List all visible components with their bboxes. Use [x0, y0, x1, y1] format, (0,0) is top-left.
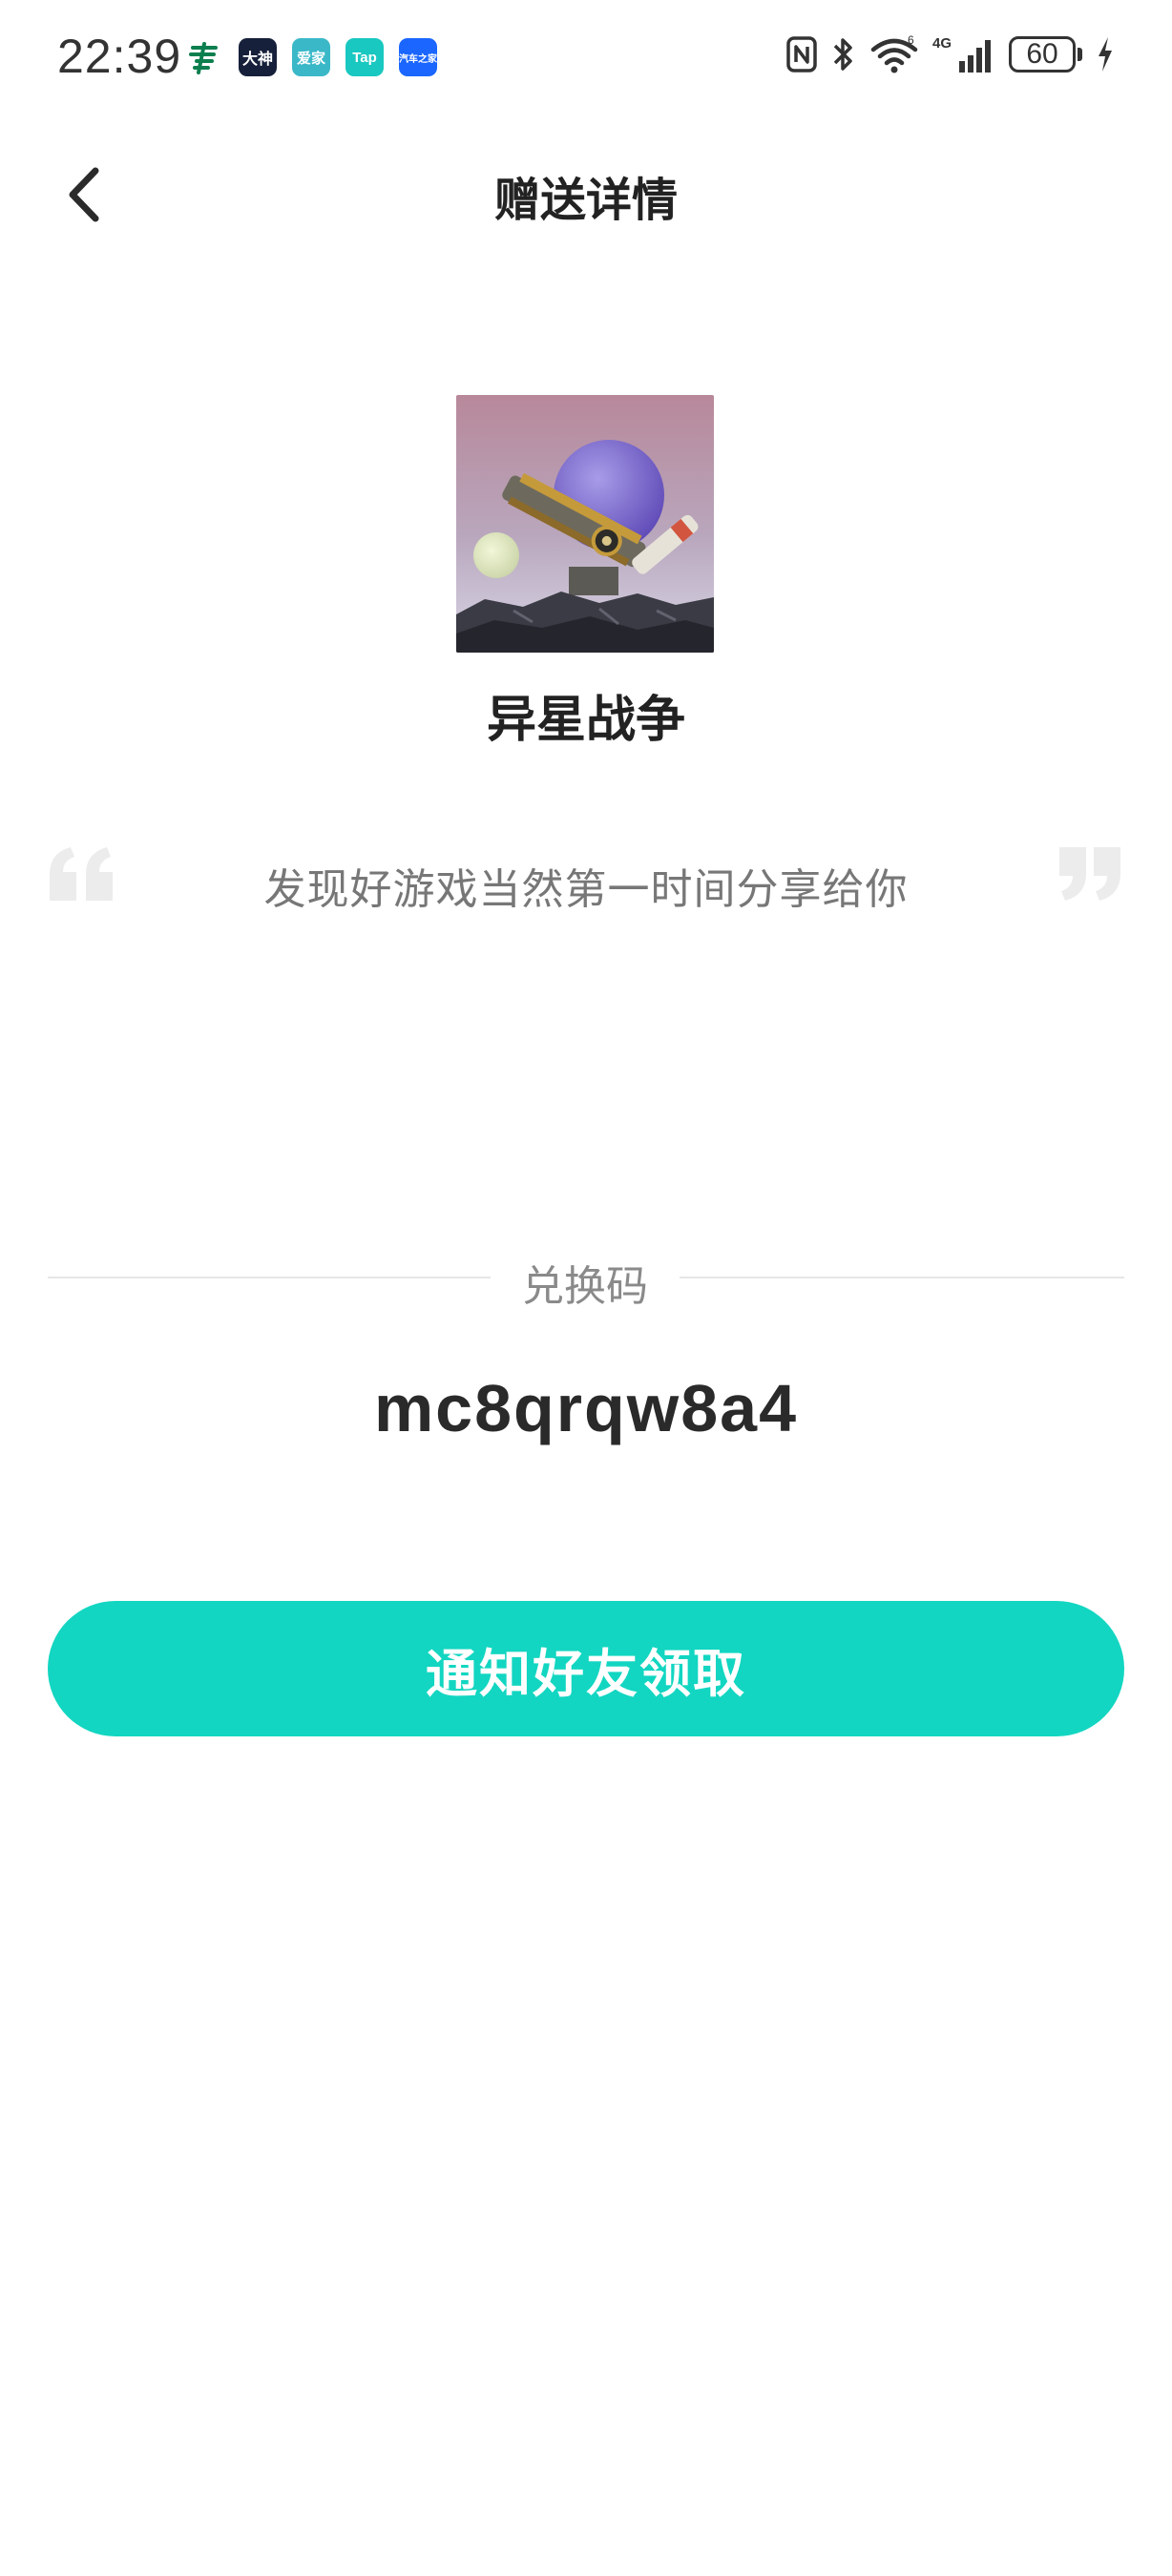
cellular-signal-icon: 4G	[932, 34, 995, 74]
divider-left	[48, 1277, 491, 1278]
status-time: 22:39	[57, 30, 182, 83]
bluetooth-icon	[831, 34, 856, 74]
system-icons: 6 4G 60	[785, 34, 1115, 74]
battery-level: 60	[1009, 36, 1076, 73]
divider-right	[680, 1277, 1124, 1278]
status-bar: 22:39 大神 爱家 Tap 汽车之家 6 4G 60	[0, 0, 1172, 114]
aijia-app-icon: 爱家	[292, 38, 330, 76]
dashen-app-icon: 大神	[239, 38, 277, 76]
autohome-app-icon: 汽车之家	[399, 38, 437, 76]
gift-message: 发现好游戏当然第一时间分享给你	[263, 866, 909, 913]
tap-app-icon: Tap	[345, 38, 384, 76]
battery-tip	[1078, 48, 1082, 61]
charging-icon	[1096, 34, 1115, 74]
battery-indicator: 60	[1009, 36, 1082, 73]
notify-friend-button[interactable]: 通知好友领取	[48, 1601, 1124, 1736]
page-title: 赠送详情	[493, 176, 678, 226]
wifi-label: 6	[908, 34, 914, 47]
quote-open-icon	[46, 845, 118, 903]
navigation-bar: 赠送详情	[0, 134, 1172, 252]
redeem-code-label: 兑换码	[522, 1263, 648, 1310]
notification-icons: 大神 爱家 Tap 汽车之家	[185, 38, 437, 76]
redeem-code-value[interactable]: mc8qrqw8a4	[0, 1370, 1172, 1446]
quote-close-icon	[1054, 845, 1126, 903]
network-type-label: 4G	[932, 35, 952, 52]
nfc-icon	[785, 35, 818, 73]
game-cover-image[interactable]	[456, 395, 714, 653]
gift-detail-page: 22:39 大神 爱家 Tap 汽车之家 6 4G 60 赠送详情 异星战争 发…	[0, 0, 1172, 2576]
china-post-icon	[185, 38, 223, 76]
wifi-icon: 6	[869, 34, 919, 74]
game-name: 异星战争	[486, 693, 685, 748]
